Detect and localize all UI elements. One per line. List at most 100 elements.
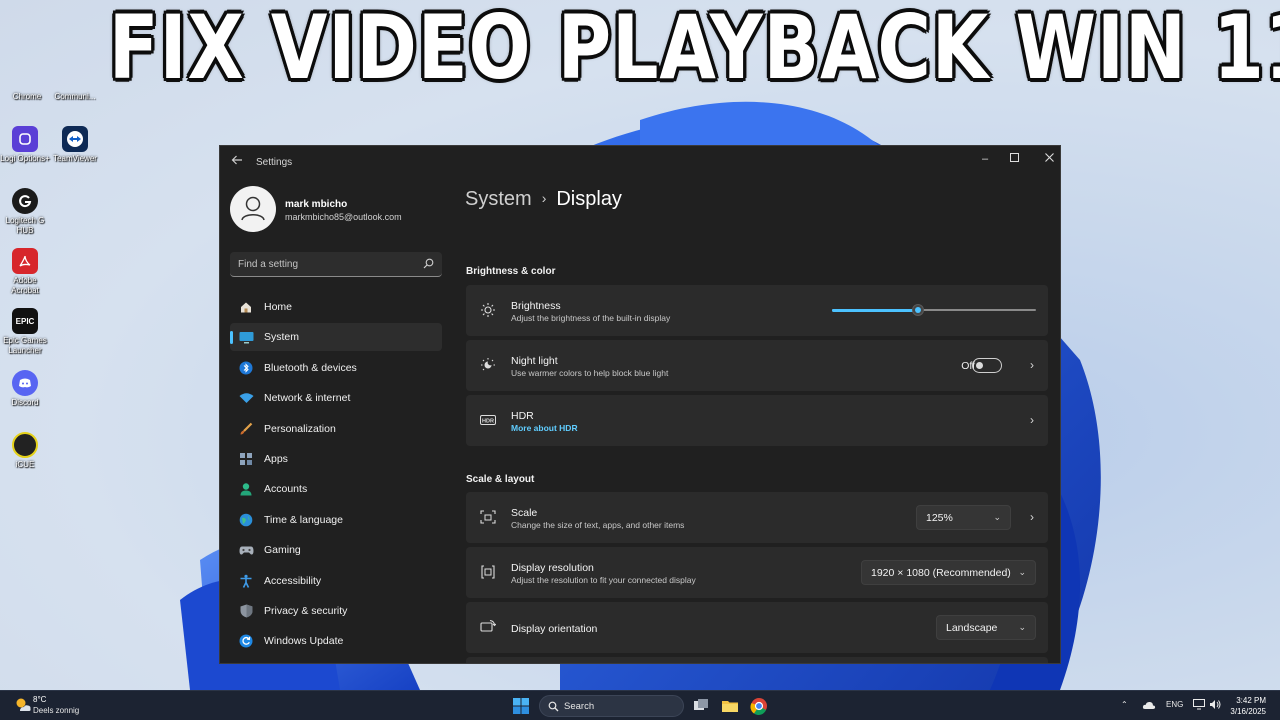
desktop-icon-label: Epic Games Launcher bbox=[3, 336, 47, 355]
display-resolution-subtitle: Adjust the resolution to fit your connec… bbox=[511, 575, 696, 585]
breadcrumb-parent[interactable]: System bbox=[465, 188, 532, 210]
sidebar-item-label: Accessibility bbox=[264, 574, 322, 587]
desktop-icon-icue[interactable]: iCUE bbox=[0, 432, 50, 470]
wifi-icon bbox=[238, 390, 254, 406]
epic-logo-text: EPIC bbox=[15, 316, 35, 326]
language-indicator[interactable]: ENG bbox=[1166, 700, 1183, 709]
network-icon[interactable] bbox=[1193, 699, 1205, 710]
sidebar-item-system[interactable]: System bbox=[230, 323, 442, 352]
desktop-icon-discord[interactable]: Discord bbox=[0, 370, 50, 408]
brightness-title: Brightness bbox=[511, 300, 561, 312]
shield-icon bbox=[238, 603, 254, 619]
hdr-link[interactable]: More about HDR bbox=[511, 423, 578, 433]
night-light-toggle[interactable] bbox=[972, 358, 1002, 373]
app-icon bbox=[62, 64, 88, 90]
maximize-button[interactable] bbox=[1000, 149, 1028, 169]
sidebar-item-network[interactable]: Network & internet bbox=[230, 384, 442, 412]
night-light-icon bbox=[481, 358, 495, 371]
desktop-icon-adobe-acrobat[interactable]: Adobe Acrobat bbox=[0, 248, 50, 296]
cloud-icon[interactable] bbox=[1142, 699, 1156, 711]
chevron-right-icon[interactable]: › bbox=[1030, 358, 1034, 372]
hdr-badge-text: HDR bbox=[482, 419, 494, 425]
back-arrow-icon bbox=[231, 155, 242, 165]
taskbar-clock[interactable]: 3:42 PM 3/16/2025 bbox=[1230, 695, 1266, 717]
sidebar-item-personalization[interactable]: Personalization bbox=[230, 415, 442, 443]
search-input[interactable] bbox=[230, 252, 410, 276]
desktop-icon-logi-options[interactable]: Logi Options+ bbox=[0, 126, 50, 164]
desktop-icon-label: Communi... bbox=[54, 92, 96, 101]
scale-value: 125% bbox=[926, 512, 953, 524]
chrome-icon[interactable] bbox=[749, 696, 769, 716]
user-profile[interactable]: mark mbicho markmbicho85@outlook.com bbox=[230, 186, 450, 234]
resolution-dropdown[interactable]: 1920 × 1080 (Recommended) ⌄ bbox=[861, 560, 1036, 585]
hdr-card[interactable]: HDR HDR More about HDR › bbox=[466, 395, 1048, 446]
back-button[interactable] bbox=[228, 154, 246, 170]
sidebar-item-label: Time & language bbox=[264, 513, 343, 526]
desktop-icon-label: TeamViewer bbox=[53, 154, 97, 163]
brightness-card: Brightness Adjust the brightness of the … bbox=[466, 285, 1048, 336]
discord-icon bbox=[12, 370, 38, 396]
scale-dropdown[interactable]: 125% ⌄ bbox=[916, 505, 1011, 530]
weather-temp: 8°C bbox=[33, 695, 47, 704]
sidebar-item-accessibility[interactable]: Accessibility bbox=[230, 567, 442, 595]
sidebar-item-label: Apps bbox=[264, 452, 288, 465]
breadcrumb-separator: › bbox=[541, 190, 547, 206]
sidebar-item-label: Bluetooth & devices bbox=[264, 361, 357, 374]
settings-search[interactable] bbox=[230, 252, 442, 277]
orientation-dropdown[interactable]: Landscape ⌄ bbox=[936, 615, 1036, 640]
taskbar: 8°C Deels zonnig Search ⌃ ENG 3:42 PM 3/… bbox=[0, 690, 1280, 720]
sidebar-item-home[interactable]: Home bbox=[230, 293, 442, 321]
sidebar-item-bluetooth[interactable]: Bluetooth & devices bbox=[230, 354, 442, 382]
sidebar-item-time-language[interactable]: Time & language bbox=[230, 506, 442, 534]
desktop-icon-communicator[interactable]: Communi... bbox=[50, 64, 100, 102]
volume-icon[interactable] bbox=[1209, 699, 1221, 710]
windows-start-icon[interactable] bbox=[513, 698, 529, 714]
sidebar-item-privacy-security[interactable]: Privacy & security bbox=[230, 597, 442, 625]
slider-thumb[interactable] bbox=[912, 304, 924, 316]
minimize-button[interactable]: – bbox=[971, 149, 999, 169]
chevron-down-icon: ⌄ bbox=[1018, 567, 1026, 577]
desktop-icon-teamviewer[interactable]: TeamViewer bbox=[50, 126, 100, 164]
display-orientation-title: Display orientation bbox=[511, 623, 598, 635]
globe-icon bbox=[238, 512, 254, 528]
user-icon bbox=[241, 196, 265, 221]
maximize-icon bbox=[1009, 153, 1019, 162]
sidebar-item-gaming[interactable]: Gaming bbox=[230, 536, 442, 564]
accessibility-icon bbox=[238, 573, 254, 589]
file-explorer-icon[interactable] bbox=[720, 696, 740, 716]
weather-condition: Deels zonnig bbox=[33, 706, 80, 715]
task-view-icon[interactable] bbox=[691, 696, 711, 716]
sidebar-item-accounts[interactable]: Accounts bbox=[230, 475, 442, 503]
desktop-icon-logitech-g-hub[interactable]: Logitech G HUB bbox=[0, 188, 50, 236]
taskbar-search-label: Search bbox=[564, 701, 595, 712]
toggle-knob bbox=[976, 362, 983, 369]
scale-card[interactable]: Scale Change the size of text, apps, and… bbox=[466, 492, 1048, 543]
main-content: System › Display Brightness & color Bright… bbox=[465, 178, 1049, 663]
acrobat-icon bbox=[12, 248, 38, 274]
clock-date: 3/16/2025 bbox=[1230, 707, 1266, 716]
scale-title: Scale bbox=[511, 507, 538, 519]
resolution-icon bbox=[481, 565, 495, 579]
sidebar-item-label: Home bbox=[264, 301, 293, 313]
chevron-right-icon[interactable]: › bbox=[1030, 510, 1034, 524]
night-light-card[interactable]: Night light Use warmer colors to help bl… bbox=[466, 340, 1048, 391]
display-resolution-card: Display resolution Adjust the resolution… bbox=[466, 547, 1048, 598]
chevron-up-icon[interactable]: ⌃ bbox=[1121, 700, 1128, 709]
display-resolution-title: Display resolution bbox=[511, 562, 594, 574]
apps-icon bbox=[238, 451, 254, 467]
breadcrumb: System › Display bbox=[465, 188, 622, 211]
desktop-icon-label: Logi Options+ bbox=[0, 154, 50, 163]
chevron-right-icon[interactable]: › bbox=[1030, 413, 1034, 427]
sidebar-item-label: Personalization bbox=[264, 422, 336, 435]
close-button[interactable] bbox=[1035, 149, 1060, 169]
desktop-icon-epic-games[interactable]: EPIC Epic Games Launcher bbox=[0, 308, 50, 356]
sidebar-item-windows-update[interactable]: Windows Update bbox=[230, 627, 442, 655]
bluetooth-icon bbox=[238, 360, 254, 376]
sidebar-item-apps[interactable]: Apps bbox=[230, 445, 442, 473]
desktop-icon-label: Logitech G HUB bbox=[5, 216, 45, 235]
desktop-icon-chrome[interactable]: Chrome bbox=[2, 64, 52, 102]
taskbar-search[interactable]: Search bbox=[539, 695, 684, 717]
brightness-slider[interactable] bbox=[832, 304, 1036, 316]
orientation-icon bbox=[480, 620, 496, 632]
brush-icon bbox=[238, 421, 254, 437]
